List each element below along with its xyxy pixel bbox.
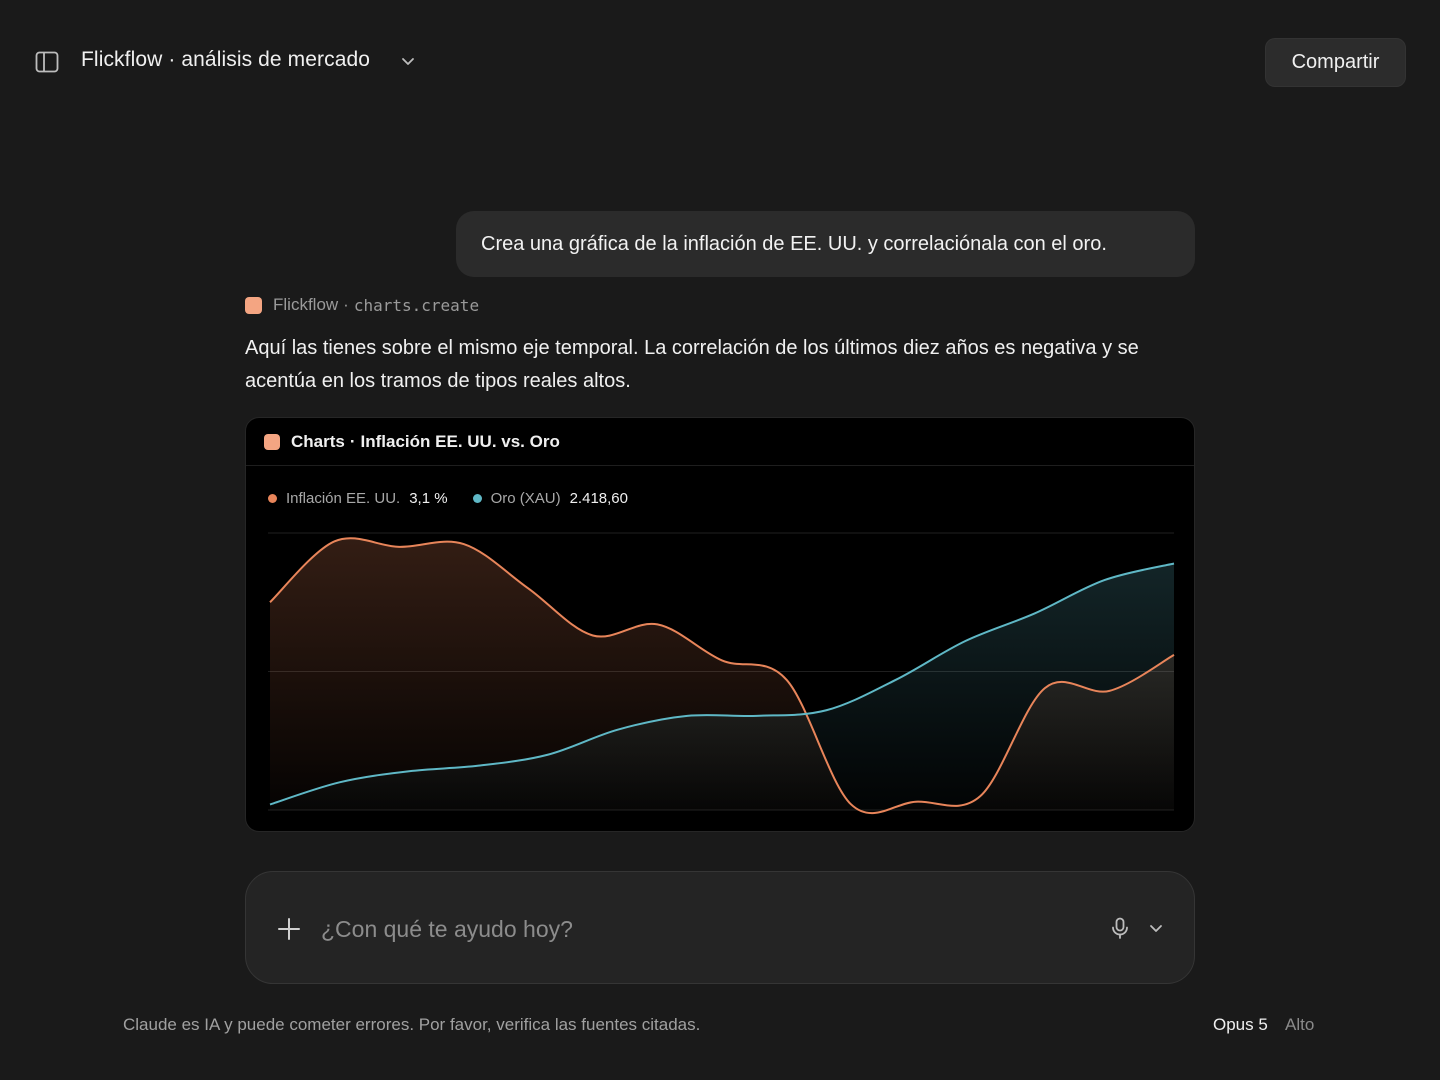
sidebar-toggle-button[interactable] [34, 49, 60, 75]
share-button[interactable]: Compartir [1265, 38, 1406, 87]
charts-app-badge-icon [264, 433, 280, 450]
chart-card-title: Inflación EE. UU. vs. Oro [360, 431, 560, 451]
chart-legend: Inflación EE. UU. 3,1 % Oro (XAU) 2.418,… [268, 490, 653, 507]
legend-dot-gold [472, 494, 482, 503]
legend-value-inflation: 3,1 % [409, 490, 448, 507]
disclaimer-text: Claude es IA y puede cometer errores. Po… [123, 1015, 701, 1034]
message-composer [245, 871, 1195, 984]
legend-dot-inflation [268, 494, 277, 503]
chart-plot [268, 532, 1175, 815]
user-message: Crea una gráfica de la inflación de EE. … [456, 211, 1195, 277]
chart-card-separator: · [349, 431, 356, 451]
effort-selector[interactable]: Alto [1285, 1015, 1314, 1035]
user-message-text: Crea una gráfica de la inflación de EE. … [481, 232, 1107, 255]
chart-card-header: Charts · Inflación EE. UU. vs. Oro [246, 418, 1194, 466]
tool-app-name: Flickflow [273, 295, 339, 314]
legend-name-gold: Oro (XAU) [490, 490, 561, 507]
legend-name-inflation: Inflación EE. UU. [286, 490, 401, 507]
model-selector[interactable]: Opus 5 [1213, 1015, 1268, 1035]
tool-call-line[interactable]: Flickflow · charts.create [245, 294, 479, 316]
chart-card-app: Charts [291, 431, 345, 451]
tool-separator: · [343, 295, 349, 314]
top-bar: Flickflow · análisis de mercado Comparti… [0, 0, 1440, 124]
legend-item-inflation[interactable]: Inflación EE. UU. 3,1 % [268, 490, 448, 507]
tool-function-name: charts.create [353, 295, 480, 315]
microphone-icon[interactable] [1108, 916, 1132, 940]
chevron-down-icon[interactable] [398, 51, 418, 71]
app-badge-icon [245, 296, 262, 314]
plus-icon[interactable] [275, 915, 303, 943]
assistant-message: Aquí las tienes sobre el mismo eje tempo… [245, 337, 1139, 392]
chevron-down-icon[interactable] [1146, 918, 1166, 938]
sidebar-toggle-icon [35, 51, 59, 73]
message-input[interactable] [321, 910, 1081, 948]
legend-value-gold: 2.418,60 [569, 490, 628, 507]
chart-card: Charts · Inflación EE. UU. vs. Oro Infla… [245, 417, 1195, 832]
conversation-title[interactable]: Flickflow · análisis de mercado [81, 48, 370, 72]
legend-item-gold[interactable]: Oro (XAU) 2.418,60 [472, 490, 628, 507]
